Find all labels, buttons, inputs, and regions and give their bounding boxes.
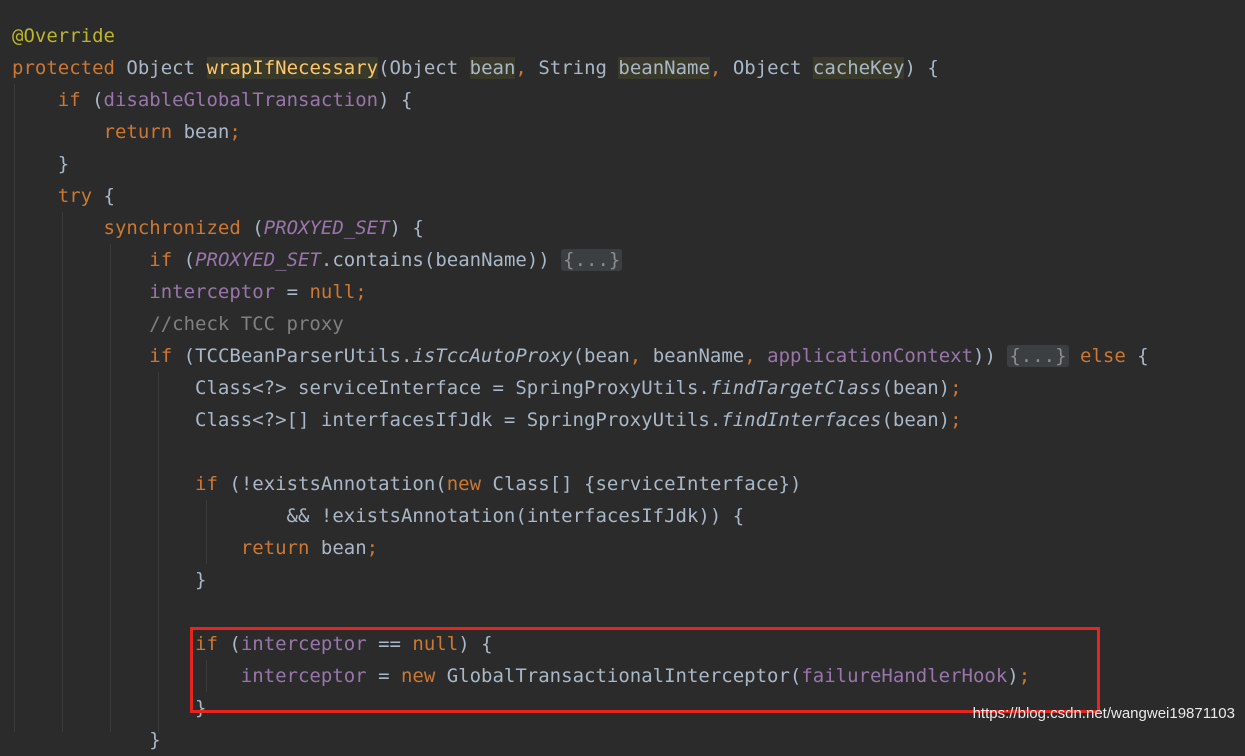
- keyword: if: [195, 473, 218, 495]
- type: Object: [732, 57, 802, 79]
- method-name: wrapIfNecessary: [206, 57, 379, 79]
- keyword: if: [149, 345, 173, 367]
- keyword: if: [149, 249, 173, 271]
- code-line: }: [12, 153, 70, 175]
- method-call: !existsAnnotation: [240, 473, 436, 495]
- code-line: Class<?> serviceInterface = SpringProxyU…: [195, 377, 962, 399]
- code-line: Class<?>[] interfacesIfJdk = SpringProxy…: [195, 409, 962, 431]
- class-name: TCCBeanParserUtils: [195, 345, 401, 367]
- code-line: }: [12, 569, 207, 591]
- code-line: if (!existsAnnotation(new Class[] {servi…: [195, 473, 802, 495]
- keyword: null: [309, 281, 356, 303]
- highlight-box: [190, 627, 1100, 713]
- param: bean: [469, 57, 516, 79]
- variable: bean: [320, 537, 367, 559]
- static-field: PROXYED_SET: [263, 217, 390, 239]
- annotation: @Override: [12, 25, 115, 47]
- code-line: }: [12, 697, 207, 719]
- variable: interfacesIfJdk: [320, 409, 493, 431]
- variable: bean: [892, 377, 939, 399]
- code-line: try {: [57, 185, 115, 207]
- code-editor[interactable]: @Override protected Object wrapIfNecessa…: [0, 0, 1245, 751]
- code-line: if (PROXYED_SET.contains(beanName)) {...…: [149, 249, 623, 271]
- folded-code-block[interactable]: {...}: [561, 249, 623, 271]
- code-line: interceptor = null;: [149, 281, 367, 303]
- code-line: if (disableGlobalTransaction) {: [57, 89, 413, 111]
- param: cacheKey: [812, 57, 905, 79]
- static-method-call: isTccAutoProxy: [412, 345, 573, 367]
- keyword: try: [57, 185, 93, 207]
- static-field: PROXYED_SET: [195, 249, 321, 271]
- keyword: new: [446, 473, 482, 495]
- code-line: && !existsAnnotation(interfacesIfJdk)) {: [286, 505, 745, 527]
- variable: beanName: [652, 345, 745, 367]
- static-method-call: findTargetClass: [709, 377, 882, 399]
- keyword: synchronized: [103, 217, 241, 239]
- class-name: SpringProxyUtils: [526, 409, 710, 431]
- method-call: contains: [332, 249, 424, 271]
- comment: //check TCC proxy: [149, 313, 344, 335]
- code-line: if (TCCBeanParserUtils.isTccAutoProxy(be…: [149, 345, 1149, 367]
- code-line: //check TCC proxy: [12, 308, 344, 340]
- type: Object: [389, 57, 459, 79]
- keyword: return: [103, 121, 173, 143]
- code-line: }: [12, 729, 161, 751]
- keyword: protected: [12, 57, 115, 79]
- code-line: return bean;: [103, 121, 241, 143]
- watermark: https://blog.csdn.net/wangwei19871103: [972, 705, 1235, 722]
- type: Class<?>: [195, 377, 287, 399]
- param: beanName: [618, 57, 710, 79]
- field: applicationContext: [767, 345, 974, 367]
- variable: serviceInterface: [298, 377, 482, 399]
- variable: beanName: [435, 249, 527, 271]
- code-line: @Override: [12, 20, 115, 52]
- variable: bean: [183, 121, 230, 143]
- variable: interfacesIfJdk: [526, 505, 699, 527]
- field: disableGlobalTransaction: [103, 89, 379, 111]
- variable: bean: [892, 409, 939, 431]
- type: Class<?>[]: [195, 409, 310, 431]
- keyword: return: [240, 537, 310, 559]
- keyword: else: [1080, 345, 1126, 367]
- code-line: protected Object wrapIfNecessary(Object …: [12, 57, 939, 79]
- code-line: return bean;: [240, 537, 379, 559]
- variable: bean: [584, 345, 630, 367]
- static-method-call: findInterfaces: [721, 409, 882, 431]
- type: String: [538, 57, 607, 79]
- operator: &&: [286, 505, 310, 527]
- class-name: SpringProxyUtils: [515, 377, 699, 399]
- method-call: !existsAnnotation: [320, 505, 516, 527]
- variable: serviceInterface: [595, 473, 779, 495]
- field: interceptor: [149, 281, 276, 303]
- type: Class[]: [492, 473, 573, 495]
- type: Object: [126, 57, 196, 79]
- code-line: synchronized (PROXYED_SET) {: [103, 217, 424, 239]
- folded-code-block[interactable]: {...}: [1007, 345, 1069, 367]
- keyword: if: [57, 89, 81, 111]
